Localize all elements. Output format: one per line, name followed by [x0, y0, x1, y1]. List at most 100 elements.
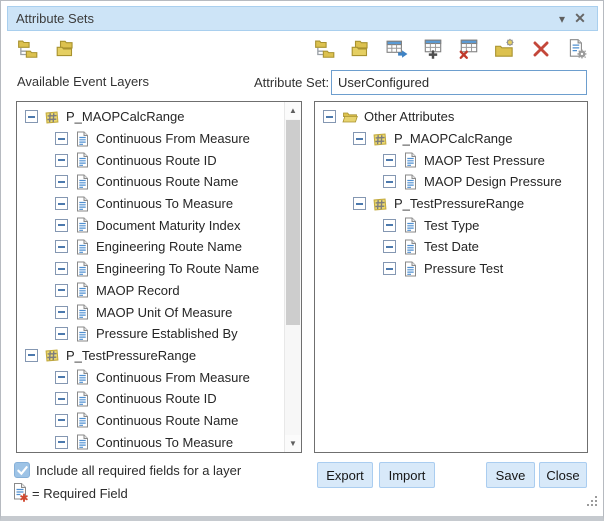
field-icon	[74, 369, 90, 385]
tree-row[interactable]: Continuous Route Name	[17, 410, 284, 432]
collapse-toggle-icon[interactable]	[383, 240, 396, 253]
tree-row[interactable]: MAOP Test Pressure	[315, 149, 587, 171]
tree-row[interactable]: P_MAOPCalcRange	[17, 106, 284, 128]
tree-item-label: P_TestPressureRange	[66, 348, 196, 363]
scroll-down-icon[interactable]: ▼	[285, 435, 301, 452]
collapse-toggle-icon[interactable]	[55, 327, 68, 340]
collapse-toggle-icon[interactable]	[383, 175, 396, 188]
tree-row[interactable]: Engineering To Route Name	[17, 258, 284, 280]
export-table-icon[interactable]	[386, 38, 408, 60]
tree-item-label: Pressure Established By	[96, 326, 238, 341]
tree-row[interactable]: Test Type	[315, 214, 587, 236]
collapse-toggle-icon[interactable]	[383, 219, 396, 232]
field-icon	[74, 196, 90, 212]
tree-item-label: Continuous Route Name	[96, 174, 238, 189]
collapse-toggle-icon[interactable]	[353, 197, 366, 210]
close-dialog-icon[interactable]: ✕	[571, 10, 589, 27]
tree-row[interactable]: P_MAOPCalcRange	[315, 128, 587, 150]
resize-grip[interactable]	[586, 495, 598, 507]
tree-item-label: MAOP Design Pressure	[424, 174, 562, 189]
collapse-toggle-icon[interactable]	[55, 414, 68, 427]
tree-item-label: Continuous From Measure	[96, 370, 250, 385]
tree-row[interactable]: Continuous To Measure	[17, 431, 284, 452]
tree-row[interactable]: Other Attributes	[315, 106, 587, 128]
collapse-attribute-set-icon[interactable]	[350, 38, 372, 60]
field-icon	[74, 261, 90, 277]
collapse-toggle-icon[interactable]	[383, 154, 396, 167]
title-bar: Attribute Sets ▾ ✕	[7, 6, 598, 31]
add-table-icon[interactable]	[422, 38, 444, 60]
collapse-event-layers-icon[interactable]	[55, 38, 77, 60]
new-attribute-set-folder-icon[interactable]	[494, 38, 516, 60]
export-button[interactable]: Export	[317, 462, 373, 488]
field-icon	[74, 326, 90, 342]
expand-attribute-set-icon[interactable]	[314, 38, 336, 60]
event-layer-icon	[44, 347, 60, 363]
scroll-up-icon[interactable]: ▲	[285, 102, 301, 119]
attribute-set-dropdown-value: UserConfigured	[332, 75, 586, 90]
tree-item-label: Continuous Route ID	[96, 153, 217, 168]
field-icon	[402, 261, 418, 277]
dialog-title: Attribute Sets	[16, 11, 94, 26]
tree-item-label: Continuous To Measure	[96, 196, 233, 211]
collapse-toggle-icon[interactable]	[55, 262, 68, 275]
required-field-icon	[11, 482, 29, 502]
required-field-legend: = Required Field	[32, 486, 128, 501]
collapse-toggle-icon[interactable]	[55, 154, 68, 167]
tree-row[interactable]: MAOP Record	[17, 280, 284, 302]
tree-row[interactable]: Pressure Established By	[17, 323, 284, 345]
collapse-toggle-icon[interactable]	[55, 306, 68, 319]
tree-row[interactable]: Document Maturity Index	[17, 214, 284, 236]
collapse-toggle-icon[interactable]	[55, 284, 68, 297]
collapse-toggle-icon[interactable]	[25, 349, 38, 362]
tree-item-label: Continuous Route Name	[96, 413, 238, 428]
collapse-dialog-icon[interactable]: ▾	[553, 12, 571, 26]
tree-row[interactable]: MAOP Unit Of Measure	[17, 301, 284, 323]
tree-row[interactable]: Continuous Route ID	[17, 149, 284, 171]
field-icon	[74, 239, 90, 255]
tree-row[interactable]: Pressure Test	[315, 258, 587, 280]
scroll-thumb[interactable]	[286, 120, 300, 325]
delete-table-icon[interactable]	[458, 38, 480, 60]
include-required-fields-checkbox[interactable]	[14, 462, 30, 478]
tree-row[interactable]: Continuous Route ID	[17, 388, 284, 410]
tree-row[interactable]: Continuous From Measure	[17, 366, 284, 388]
collapse-toggle-icon[interactable]	[25, 110, 38, 123]
tree-row[interactable]: Continuous Route Name	[17, 171, 284, 193]
left-panel-scrollbar[interactable]: ▲ ▼	[284, 102, 301, 452]
close-button[interactable]: Close	[539, 462, 587, 488]
collapse-toggle-icon[interactable]	[55, 371, 68, 384]
attribute-set-dropdown[interactable]: UserConfigured ▼	[331, 70, 587, 95]
collapse-toggle-icon[interactable]	[55, 132, 68, 145]
field-icon	[74, 304, 90, 320]
collapse-toggle-icon[interactable]	[55, 436, 68, 449]
collapse-toggle-icon[interactable]	[55, 240, 68, 253]
collapse-toggle-icon[interactable]	[55, 197, 68, 210]
import-button[interactable]: Import	[379, 462, 435, 488]
field-icon	[74, 217, 90, 233]
collapse-toggle-icon[interactable]	[353, 132, 366, 145]
tree-row[interactable]: Continuous To Measure	[17, 193, 284, 215]
event-layer-icon	[44, 109, 60, 125]
tree-row[interactable]: P_TestPressureRange	[17, 345, 284, 367]
save-button[interactable]: Save	[486, 462, 535, 488]
tree-row[interactable]: P_TestPressureRange	[315, 193, 587, 215]
tree-item-label: Document Maturity Index	[96, 218, 241, 233]
tree-row[interactable]: Test Date	[315, 236, 587, 258]
field-icon	[74, 282, 90, 298]
expand-event-layers-icon[interactable]	[17, 38, 39, 60]
tree-row[interactable]: Engineering Route Name	[17, 236, 284, 258]
tree-item-label: P_MAOPCalcRange	[66, 109, 185, 124]
collapse-toggle-icon[interactable]	[55, 175, 68, 188]
configure-report-icon[interactable]	[566, 38, 588, 60]
tree-row[interactable]: Continuous From Measure	[17, 128, 284, 150]
collapse-toggle-icon[interactable]	[55, 392, 68, 405]
collapse-toggle-icon[interactable]	[55, 219, 68, 232]
remove-icon[interactable]	[530, 38, 552, 60]
tree-item-label: Engineering Route Name	[96, 239, 242, 254]
collapse-toggle-icon[interactable]	[323, 110, 336, 123]
tree-item-label: Pressure Test	[424, 261, 503, 276]
collapse-toggle-icon[interactable]	[383, 262, 396, 275]
attribute-sets-dialog: Attribute Sets ▾ ✕ Available Event Layer…	[0, 0, 604, 521]
tree-row[interactable]: MAOP Design Pressure	[315, 171, 587, 193]
